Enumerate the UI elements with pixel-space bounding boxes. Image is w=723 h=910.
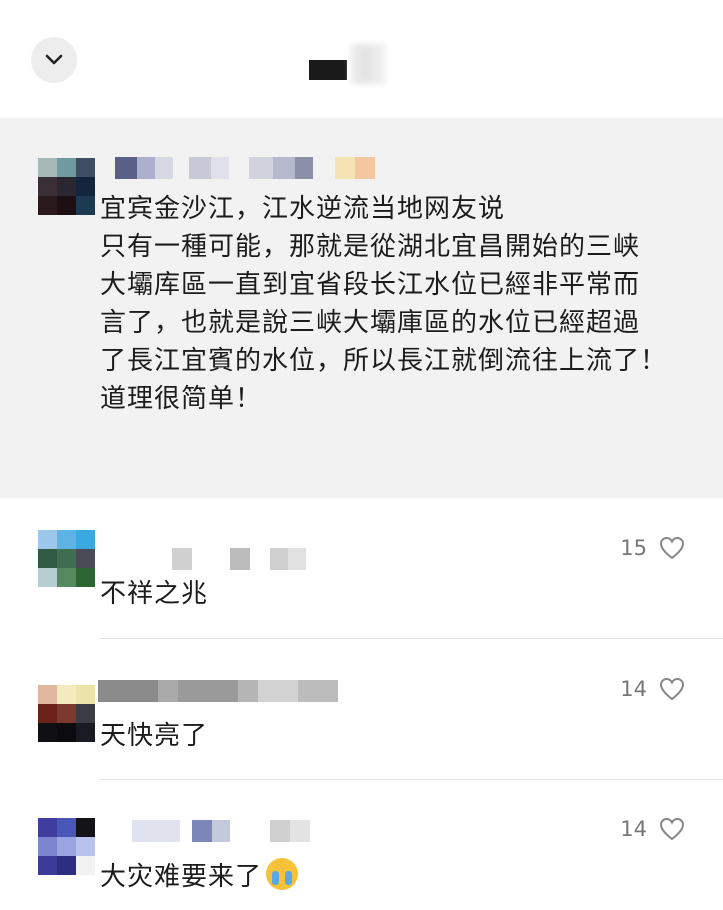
comment-text: 不祥之兆: [100, 579, 209, 609]
page-title-redacted: [309, 60, 347, 80]
like-button[interactable]: 15: [620, 536, 685, 560]
like-count: 14: [620, 677, 647, 701]
avatar[interactable]: [38, 530, 95, 587]
avatar[interactable]: [38, 818, 95, 875]
crying-face-emoji: [266, 858, 299, 890]
comment-text: 大灾难要来了: [100, 856, 299, 893]
post-content: 宜宾金沙江，江水逆流当地网友说 只有一種可能，那就是從湖北宜昌開始的三峡 大壩库…: [100, 194, 668, 414]
username-redacted[interactable]: [98, 680, 338, 702]
heart-icon: [659, 817, 685, 841]
avatar[interactable]: [38, 685, 95, 742]
chevron-down-icon: [45, 54, 63, 65]
heart-icon: [659, 536, 685, 560]
divider: [100, 638, 723, 639]
like-count: 15: [620, 536, 647, 560]
username-redacted[interactable]: [132, 820, 310, 842]
avatar[interactable]: [38, 158, 95, 215]
like-button[interactable]: 14: [620, 677, 685, 701]
page-title-blur: [350, 44, 386, 84]
username-redacted[interactable]: [172, 548, 306, 570]
collapse-button[interactable]: [31, 37, 77, 83]
like-count: 14: [620, 817, 647, 841]
top-bar: [0, 0, 723, 118]
heart-icon: [659, 677, 685, 701]
divider: [100, 779, 723, 780]
comment-text: 天快亮了: [100, 721, 209, 751]
username-redacted[interactable]: [115, 157, 395, 179]
comment-text-body: 大灾难要来了: [100, 862, 263, 892]
like-button[interactable]: 14: [620, 817, 685, 841]
